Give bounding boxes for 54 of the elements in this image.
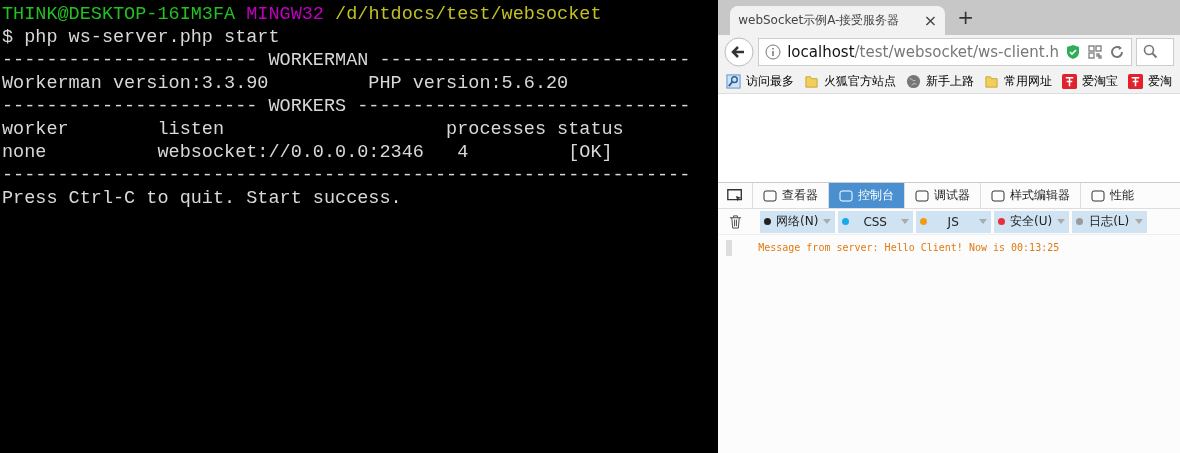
search-icon (1143, 44, 1159, 60)
terminal-line: worker listen processes status (2, 118, 625, 141)
prompt-path: /d/htdocs/test/websocket (335, 4, 602, 25)
folder-icon (804, 73, 820, 89)
devtools-tab[interactable]: 性能 (1080, 183, 1145, 208)
terminal-line: -------------------------------------------------------------- (2, 164, 692, 187)
prompt-user: THINK@DESKTOP-16IM3FA (2, 4, 236, 25)
globe-icon (906, 73, 922, 89)
console-message: Message from server: Hello Client! Now is 00:13:25 (726, 240, 1180, 256)
terminal-line: $ php ws-server.php start (2, 26, 281, 49)
caret-icon (823, 219, 832, 224)
magnifier-page-icon (726, 73, 742, 89)
qr-code-icon[interactable] (1087, 44, 1103, 60)
caret-icon (979, 219, 988, 224)
terminal-line: none websocket://0.0.0.0:2346 4 [OK] (2, 141, 614, 164)
bookmark-item[interactable]: 火狐官方站点 (804, 72, 897, 90)
tab-icon (763, 189, 778, 202)
trash-icon[interactable] (728, 214, 744, 229)
bookmark-item[interactable]: 常用网址 (984, 72, 1053, 90)
browser-tab[interactable]: webSocket示例A-接受服务器 × (730, 6, 946, 35)
filter-button[interactable]: 网络(N) (760, 210, 836, 233)
tab-icon (915, 189, 930, 202)
bookmark-item[interactable]: 爱淘 (1128, 72, 1173, 90)
devtools-tab[interactable]: 样式编辑器 (980, 183, 1081, 208)
filter-button[interactable]: JS (916, 210, 992, 233)
filter-button[interactable]: 安全(U) (994, 210, 1070, 233)
search-field[interactable] (1136, 38, 1174, 66)
address-field[interactable]: localhost/test/websocket/ws-client.h (758, 38, 1132, 66)
prompt-shell: MINGW32 (246, 4, 324, 25)
filter-button[interactable]: 日志(L) (1072, 210, 1148, 233)
tab-icon (839, 189, 854, 202)
caret-icon (1057, 219, 1066, 224)
caret-icon (1135, 219, 1144, 224)
bookmark-item[interactable]: 爱淘宝 (1062, 72, 1119, 90)
devtools-tab[interactable]: 调试器 (904, 183, 981, 208)
terminal-line: Workerman version:3.3.90 PHP version:5.6.20 (2, 72, 570, 95)
tab-icon (1091, 189, 1106, 202)
shield-icon (1065, 44, 1081, 60)
terminal-line: ----------------------- WORKERS ------------------------------ (2, 95, 692, 118)
back-icon[interactable] (724, 37, 755, 67)
bookmark-item[interactable]: 新手上路 (906, 72, 975, 90)
new-tab-button[interactable]: + (957, 5, 974, 29)
terminal-line: Press Ctrl-C to quit. Start success. (2, 187, 403, 210)
shop-icon (1128, 73, 1144, 89)
terminal-line: ----------------------- WORKERMAN ---------------------------- (2, 49, 692, 72)
folder-icon (984, 73, 1000, 89)
bookmark-item[interactable]: 访问最多 (726, 72, 795, 90)
reload-icon[interactable] (1109, 44, 1125, 60)
filter-button[interactable]: CSS (838, 210, 914, 233)
tab-icon (991, 189, 1006, 202)
shop-icon (1062, 73, 1078, 89)
close-icon[interactable]: × (923, 11, 938, 30)
caret-icon (901, 219, 910, 224)
info-icon[interactable] (765, 44, 782, 60)
